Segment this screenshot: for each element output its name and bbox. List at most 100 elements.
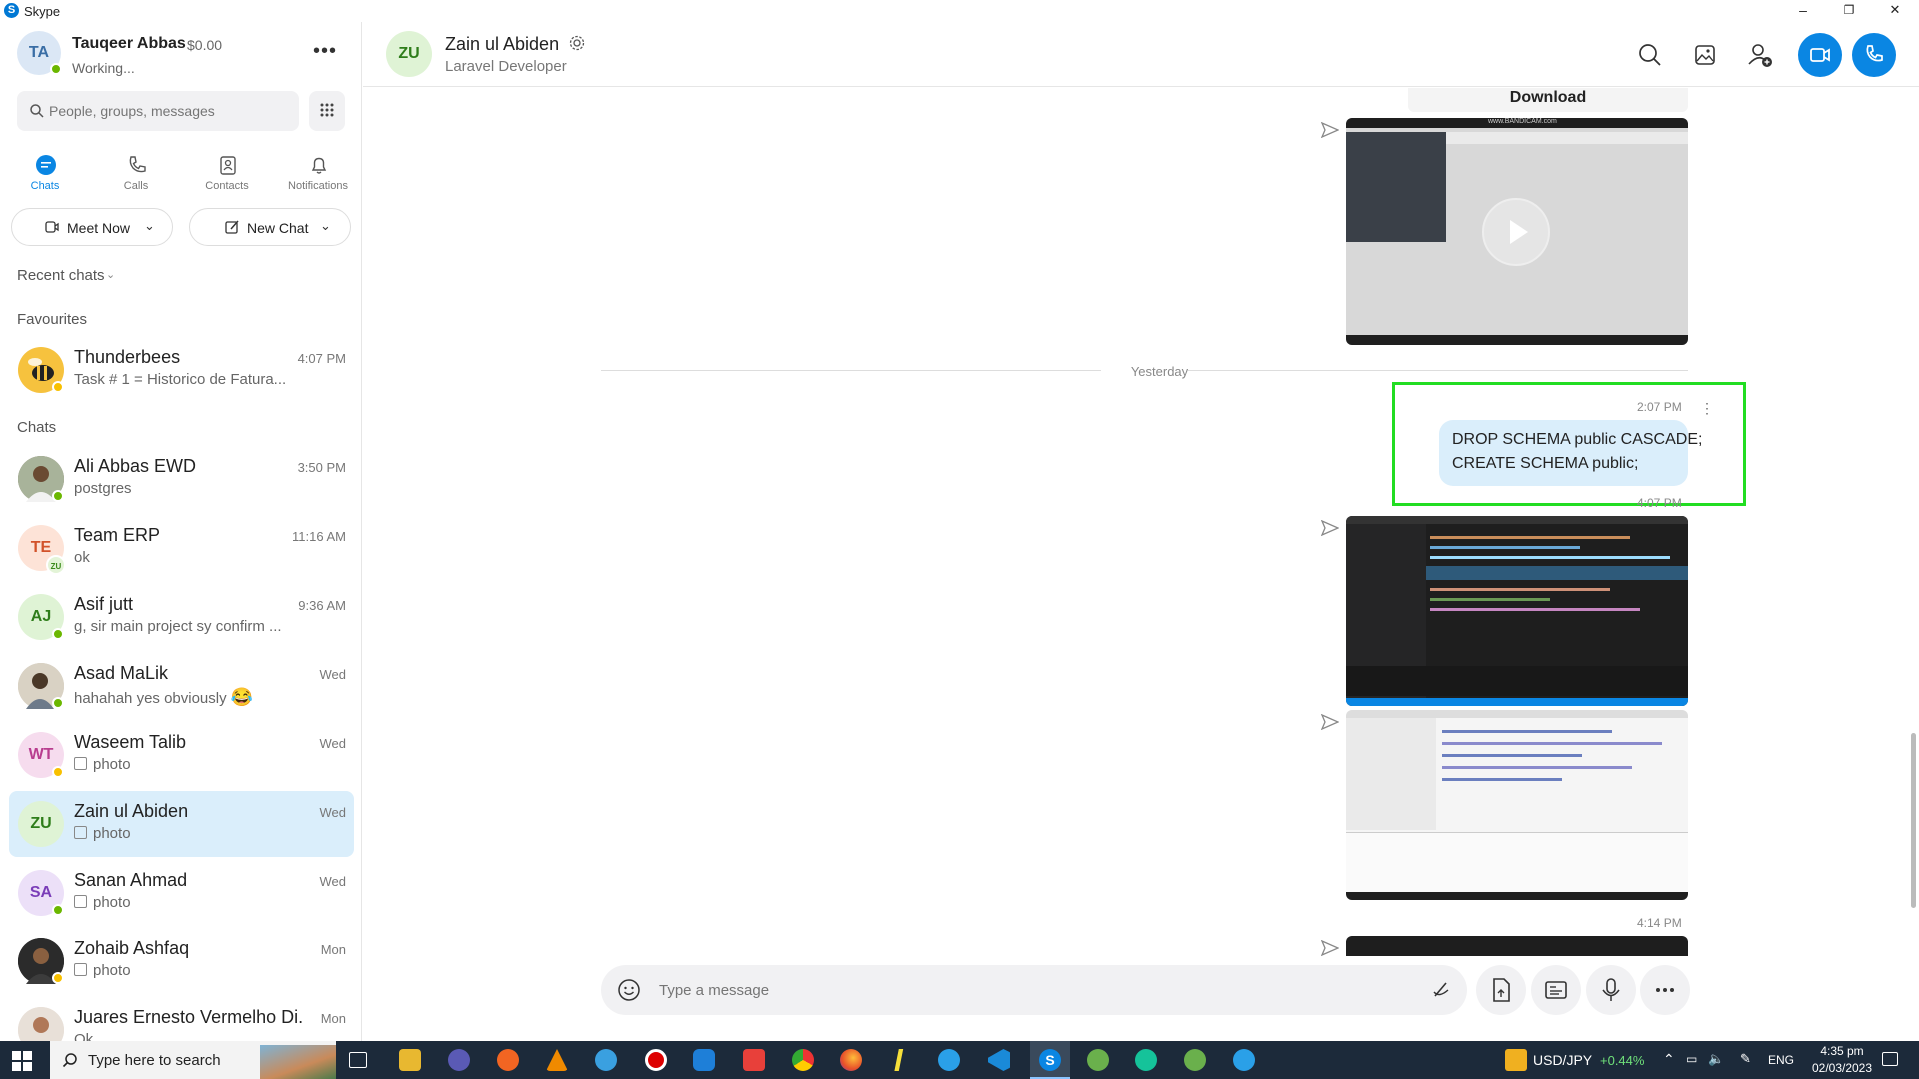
download-link[interactable]: Download (1408, 89, 1688, 107)
search-box[interactable] (17, 91, 299, 131)
message-composer[interactable] (601, 965, 1467, 1015)
record-icon[interactable] (645, 1049, 667, 1071)
tab-chats[interactable]: Chats (5, 150, 85, 206)
add-participant-button[interactable] (1738, 33, 1782, 77)
notifications-icon[interactable] (1882, 1052, 1898, 1066)
currency-widget-icon[interactable] (1505, 1049, 1527, 1071)
image-thumbnail[interactable] (1346, 516, 1688, 706)
message-input[interactable] (659, 979, 1419, 1001)
send-file-button[interactable] (1476, 965, 1526, 1015)
tab-calls[interactable]: Calls (96, 150, 176, 206)
chat-row-zain-ul-abiden[interactable]: ZU Zain ul Abiden photo Wed (9, 791, 354, 857)
language-indicator[interactable]: ENG (1768, 1053, 1794, 1079)
voice-message-button[interactable] (1586, 965, 1636, 1015)
thumb-code-line (1442, 742, 1662, 745)
chat-name: Thunderbees (74, 347, 181, 367)
search-input[interactable] (49, 99, 289, 123)
message-bubble[interactable]: DROP SCHEMA public CASCADE; CREATE SCHEM… (1439, 420, 1702, 486)
emoji-icon[interactable] (617, 978, 641, 1002)
dialpad-button[interactable] (309, 91, 345, 131)
thumb-console (1346, 832, 1688, 892)
chat-preview: photo (74, 756, 304, 773)
file-explorer-icon[interactable] (399, 1049, 421, 1071)
audio-call-button[interactable] (1852, 33, 1896, 77)
video-call-button[interactable] (1798, 33, 1842, 77)
volume-icon[interactable]: 🔈 (1708, 1051, 1724, 1079)
chat-time: Wed (319, 874, 347, 889)
spring-tool-icon[interactable] (1184, 1049, 1206, 1071)
tab-contacts[interactable]: Contacts (187, 150, 267, 206)
anydesk-icon[interactable] (743, 1049, 765, 1071)
recent-chats-heading[interactable]: Recent chats (17, 267, 105, 284)
docker-icon[interactable] (938, 1049, 960, 1071)
minimize-button[interactable]: – (1780, 0, 1826, 22)
clock-date[interactable]: 02/03/2023 (1802, 1061, 1882, 1079)
chrome-icon[interactable] (792, 1049, 814, 1071)
docker-icon[interactable] (1233, 1049, 1255, 1071)
chat-row-waseem-talib[interactable]: WT Waseem Talib photo Wed (9, 722, 354, 788)
grammarly-icon[interactable] (1135, 1049, 1157, 1071)
network-app-icon[interactable] (595, 1049, 617, 1071)
thumb-toolbar (1346, 516, 1688, 524)
more-actions-button[interactable] (1640, 965, 1690, 1015)
chat-row-sanan-ahmad[interactable]: SA Sanan Ahmad photo Wed (9, 860, 354, 926)
new-chat-button[interactable]: New Chat ⌄ (189, 208, 351, 246)
search-conversation-button[interactable] (1628, 33, 1672, 77)
chat-row-ali-abbas[interactable]: Ali Abbas EWD postgres 3:50 PM (9, 446, 354, 512)
image-thumbnail[interactable] (1346, 710, 1688, 900)
tab-calls-label: Calls (123, 180, 149, 192)
tab-notifications[interactable]: Notifications (278, 150, 358, 206)
format-text-icon[interactable] (1431, 980, 1451, 1000)
laughing-emoji-icon: 😂 (230, 687, 254, 707)
teamviewer-icon[interactable] (693, 1049, 715, 1071)
meet-now-button[interactable]: Meet Now ⌄ (11, 208, 173, 246)
eclipse-icon[interactable] (448, 1049, 470, 1071)
restore-button[interactable]: ❐ (1826, 0, 1872, 22)
network-icon[interactable]: ▭ (1686, 1052, 1697, 1079)
message-menu-button[interactable]: ⋮ (1700, 400, 1714, 417)
chevron-down-icon[interactable]: ⌄ (106, 268, 115, 281)
task-view-icon[interactable] (349, 1052, 367, 1068)
postman-icon[interactable] (497, 1049, 519, 1071)
pen-icon[interactable]: ✎ (1740, 1051, 1751, 1079)
chat-row-asad-malik[interactable]: Asad MaLik hahahah yes obviously 😂 Wed (9, 653, 354, 719)
play-button[interactable] (1482, 198, 1550, 266)
thumb-taskbar (1346, 335, 1688, 345)
video-thumbnail[interactable]: www.BANDICAM.com (1346, 118, 1688, 345)
search-highlight-image (260, 1045, 336, 1079)
gallery-button[interactable] (1683, 33, 1727, 77)
active-app-indicator[interactable]: S (1030, 1041, 1070, 1079)
pencil-app-icon[interactable] (894, 1049, 904, 1071)
conversation-subtitle: Laravel Developer (445, 58, 567, 75)
image-thumbnail[interactable] (1346, 936, 1688, 956)
meet-now-label: Meet Now (67, 220, 131, 236)
scrollbar-thumb[interactable] (1911, 733, 1916, 908)
send-contact-button[interactable] (1531, 965, 1581, 1015)
chat-preview: photo (74, 825, 304, 842)
phone-icon (1866, 45, 1883, 62)
conversation-avatar[interactable]: ZU (386, 31, 432, 77)
vscode-icon[interactable] (988, 1049, 1010, 1071)
close-button[interactable]: ✕ (1872, 0, 1918, 22)
chat-row-thunderbees[interactable]: Thunderbees Task # 1 = Historico de Fatu… (9, 337, 354, 403)
profile-status[interactable]: Working... (72, 60, 135, 76)
presence-dot (52, 972, 64, 984)
conversation-title[interactable]: Zain ul Abiden (445, 34, 586, 55)
taskbar-search[interactable]: Type here to search (50, 1041, 336, 1079)
currency-ticker[interactable]: USD/JPY (1533, 1052, 1592, 1079)
chevron-up-icon[interactable]: ⌃ (1663, 1051, 1675, 1079)
spring-tool-icon[interactable] (1087, 1049, 1109, 1071)
vlc-icon[interactable] (546, 1049, 568, 1071)
file-card[interactable]: Download (1408, 88, 1688, 112)
more-options-button[interactable]: ••• (313, 40, 337, 63)
windows-start-icon[interactable] (12, 1051, 32, 1071)
gear-icon[interactable] (568, 34, 586, 52)
chat-row-zohaib-ashfaq[interactable]: Zohaib Ashfaq photo Mon (9, 928, 354, 994)
chat-row-juares[interactable]: Juares Ernesto Vermelho Di... Ok Mon (9, 997, 354, 1041)
tab-notifications-label: Notifications (288, 180, 348, 192)
firefox-icon[interactable] (840, 1049, 862, 1071)
chat-row-team-erp[interactable]: TE ZU Team ERP ok 11:16 AM (9, 515, 354, 581)
chat-row-asif-jutt[interactable]: AJ Asif jutt g, sir main project sy conf… (9, 584, 354, 650)
taskbar-search-placeholder: Type here to search (88, 1052, 221, 1069)
profile-credit[interactable]: $0.00 (187, 37, 222, 53)
